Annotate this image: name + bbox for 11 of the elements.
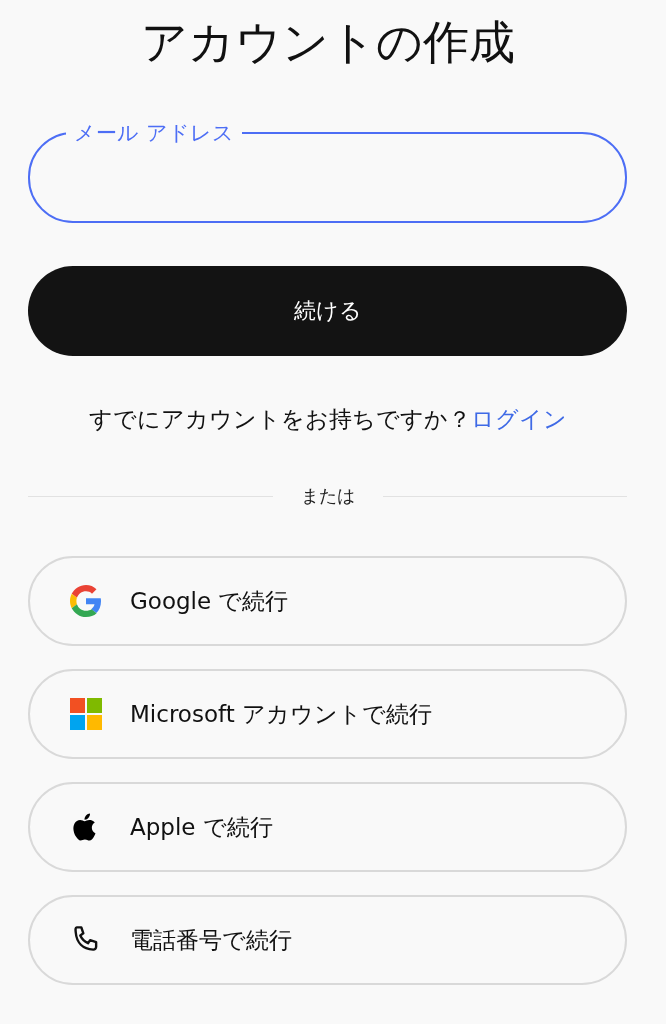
google-logo-icon [70,585,102,617]
login-link[interactable]: ログイン [470,406,567,432]
sign-in-option-button[interactable]: Apple で続行 [28,782,627,872]
continue-button[interactable]: 続ける [28,266,627,356]
microsoft-logo-icon [70,698,102,730]
sign-in-option-button[interactable]: 電話番号で続行 [28,895,627,985]
page-title: アカウントの作成 [139,14,516,71]
sign-in-option-button[interactable]: Microsoft アカウントで続行 [28,669,627,759]
sign-in-option-button[interactable]: Google で続行 [28,556,627,646]
divider-label: または [300,484,355,508]
login-question: すでにアカウントをお持ちですか？ [88,406,471,432]
